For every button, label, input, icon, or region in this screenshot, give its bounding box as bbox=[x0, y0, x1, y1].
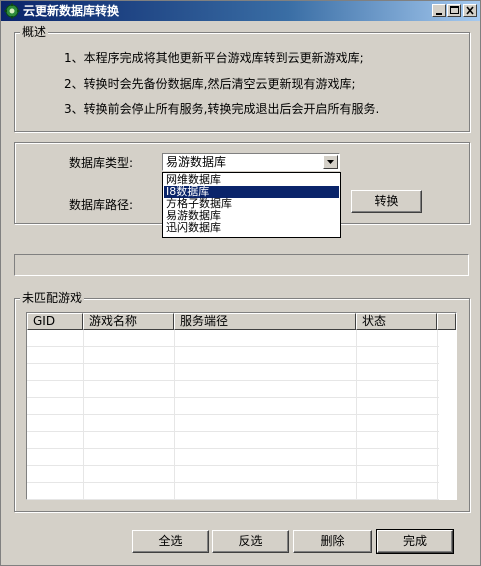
table-row bbox=[27, 398, 439, 415]
column-header-game-name[interactable]: 游戏名称 bbox=[83, 313, 174, 330]
table-row bbox=[27, 347, 439, 364]
unmatched-legend: 未匹配游戏 bbox=[20, 291, 85, 305]
minimize-button[interactable] bbox=[432, 4, 446, 17]
column-header-filler bbox=[437, 313, 456, 330]
overview-line-1: 1、本程序完成将其他更新平台游戏库转到云更新游戏库; bbox=[64, 51, 364, 65]
overview-line-2: 2、转换时会先备份数据库,然后清空云更新现有游戏库; bbox=[64, 77, 356, 91]
close-icon bbox=[466, 6, 474, 15]
window-title: 云更新数据库转换 bbox=[23, 4, 120, 18]
chevron-down-icon bbox=[327, 160, 334, 164]
minimize-icon bbox=[436, 13, 442, 15]
select-all-button[interactable]: 全选 bbox=[132, 530, 209, 553]
overview-legend: 概述 bbox=[20, 25, 49, 39]
table-row bbox=[27, 381, 439, 398]
table-row bbox=[27, 483, 439, 500]
delete-button[interactable]: 删除 bbox=[293, 530, 372, 553]
title-bar[interactable]: 云更新数据库转换 bbox=[1, 1, 480, 21]
table-row bbox=[27, 364, 439, 381]
app-gear-icon bbox=[4, 3, 20, 19]
main-window: 云更新数据库转换 概述 1、本程序完成将其他更新平台游戏库转到云更新游戏库; 2… bbox=[0, 0, 481, 566]
db-path-label: 数据库路径: bbox=[69, 198, 134, 212]
invert-selection-button[interactable]: 反选 bbox=[212, 530, 289, 553]
maximize-button[interactable] bbox=[447, 4, 461, 17]
table-header: GID 游戏名称 服务端径 状态 bbox=[27, 313, 456, 330]
table-row bbox=[27, 415, 439, 432]
table-row bbox=[27, 330, 439, 347]
convert-button[interactable]: 转换 bbox=[351, 190, 422, 213]
close-button[interactable] bbox=[463, 4, 477, 17]
dropdown-option-xunshan[interactable]: 迅闪数据库 bbox=[164, 222, 339, 234]
table-row bbox=[27, 449, 439, 466]
column-header-status[interactable]: 状态 bbox=[356, 313, 437, 330]
db-type-dropdown-list: 网维数据库 I8数据库 方格子数据库 易游数据库 迅闪数据库 bbox=[162, 172, 341, 238]
unmatched-games-table[interactable]: GID 游戏名称 服务端径 状态 bbox=[26, 312, 457, 500]
overview-line-3: 3、转换前会停止所有服务,转换完成退出后会开启所有服务. bbox=[64, 102, 380, 116]
db-type-label: 数据库类型: bbox=[69, 156, 134, 170]
progress-bar bbox=[14, 254, 469, 276]
maximize-icon bbox=[450, 6, 459, 14]
column-header-server-path[interactable]: 服务端径 bbox=[174, 313, 356, 330]
table-row bbox=[27, 466, 439, 483]
db-type-value: 易游数据库 bbox=[166, 155, 227, 169]
table-row bbox=[27, 432, 439, 449]
done-button[interactable]: 完成 bbox=[376, 529, 454, 554]
column-header-gid[interactable]: GID bbox=[27, 313, 83, 330]
db-type-select[interactable]: 易游数据库 bbox=[162, 153, 340, 171]
db-type-dropdown-button[interactable] bbox=[323, 155, 338, 169]
